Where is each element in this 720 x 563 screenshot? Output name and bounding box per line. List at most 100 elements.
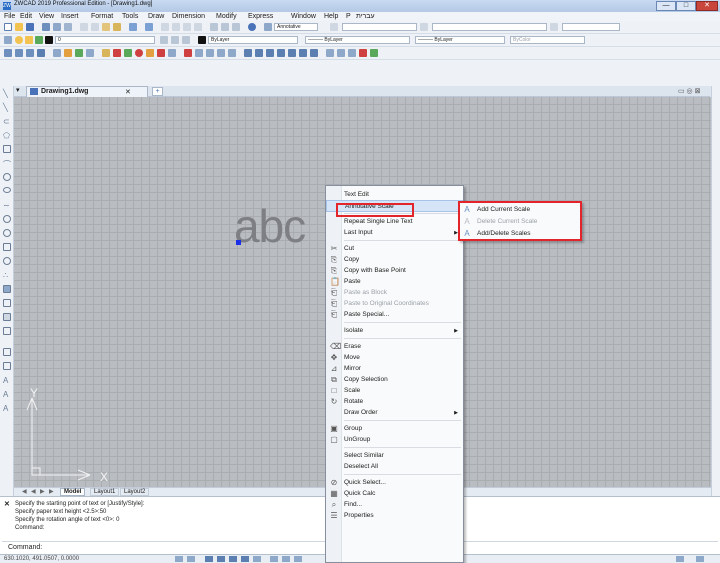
mtext-tool-icon[interactable]: A [3, 376, 11, 385]
cut-tool-icon[interactable] [80, 23, 88, 31]
menu-insert[interactable]: Insert [61, 12, 79, 21]
maximize-button[interactable]: □ [676, 1, 696, 11]
nav-last-icon[interactable]: ▶ [49, 488, 54, 495]
dim-style-dropdown[interactable] [432, 23, 547, 31]
layer-dropdown[interactable]: 0 [55, 36, 155, 44]
nav-next-icon[interactable]: ▶ [40, 488, 45, 495]
dim-angular-icon[interactable] [217, 49, 225, 57]
dim-aligned-icon[interactable] [206, 49, 214, 57]
tab-layout2[interactable]: Layout2 [120, 488, 150, 496]
tab-menu-icon[interactable]: ▾ [16, 87, 24, 95]
break-icon[interactable] [370, 49, 378, 57]
dim-style-tool-icon[interactable] [337, 49, 345, 57]
tolerance-icon[interactable] [288, 49, 296, 57]
donut-icon[interactable] [3, 215, 11, 223]
ellipse-icon[interactable] [3, 187, 11, 193]
redo-icon[interactable] [145, 23, 153, 31]
make-current-icon[interactable] [160, 36, 168, 44]
design-center-icon[interactable] [221, 23, 229, 31]
zoom-window-icon[interactable] [183, 23, 191, 31]
xref-icon[interactable] [124, 49, 132, 57]
layer-manager-icon[interactable] [4, 36, 12, 44]
find-text-icon[interactable] [37, 49, 45, 57]
attdef-icon[interactable]: A [3, 390, 11, 399]
oblique-icon[interactable] [348, 49, 356, 57]
dim-linear-icon[interactable] [195, 49, 203, 57]
baseline-icon[interactable] [255, 49, 263, 57]
menu-help[interactable]: Help [324, 12, 338, 21]
tab-model[interactable]: Model [60, 488, 86, 496]
canvas-text-abc[interactable]: abc [234, 200, 306, 252]
ole-icon[interactable] [146, 49, 154, 57]
region-tool-icon[interactable] [3, 313, 11, 321]
text-style-icon[interactable] [330, 23, 338, 31]
qdim-icon[interactable] [244, 49, 252, 57]
annotative-dropdown[interactable]: Annotative [274, 23, 318, 31]
new-icon[interactable] [4, 23, 12, 31]
context-menu-item-properties[interactable]: ☰ Properties [326, 510, 463, 522]
menu-view[interactable]: View [39, 12, 54, 21]
new-tab-button[interactable]: + [152, 87, 163, 96]
plotstyle-dropdown[interactable]: ByColor [510, 36, 585, 44]
xline-icon[interactable]: ╲ [3, 103, 11, 112]
zoom-previous-icon[interactable] [194, 23, 202, 31]
lineweight-dropdown[interactable]: ——— ByLayer [415, 36, 505, 44]
context-menu-item-ungroup[interactable]: ▢ UnGroup [326, 434, 463, 446]
block-icon[interactable] [102, 49, 110, 57]
gradient-tool-icon[interactable] [3, 299, 11, 307]
insert-block-icon[interactable] [113, 49, 121, 57]
context-menu-item-draw-order[interactable]: Draw Order ▶ [326, 407, 463, 419]
restore-drawing-icon[interactable]: ▭ ◎ ⊠ [678, 87, 700, 95]
context-menu-item-isolate[interactable]: Isolate ▶ [326, 325, 463, 337]
dyn-toggle-icon[interactable] [270, 556, 278, 562]
boundary-icon[interactable] [3, 362, 11, 370]
save-icon[interactable] [26, 23, 34, 31]
publish-icon[interactable] [64, 23, 72, 31]
region-icon[interactable] [75, 49, 83, 57]
context-menu-item-last-input[interactable]: Last Input ▶ [326, 227, 463, 239]
help-icon[interactable] [248, 23, 256, 31]
center-mark-icon[interactable] [299, 49, 307, 57]
pen-icon[interactable] [184, 49, 192, 57]
nav-prev-icon[interactable]: ◀ [31, 488, 36, 495]
insert-tool-icon[interactable] [3, 243, 11, 251]
nav-first-icon[interactable]: ◀ [22, 488, 27, 495]
undo-icon[interactable] [129, 23, 137, 31]
menu-format[interactable]: Format [91, 12, 113, 21]
dim-edit-icon[interactable] [310, 49, 318, 57]
point-icon[interactable]: ∴ [3, 271, 11, 280]
dim-update-icon[interactable] [326, 49, 334, 57]
preview-icon[interactable] [53, 23, 61, 31]
paste-tool-icon[interactable] [102, 23, 110, 31]
menu-modify[interactable]: Modify [216, 12, 237, 21]
qp-toggle-icon[interactable] [282, 556, 290, 562]
menu-hebrew[interactable]: עברית [356, 12, 375, 21]
menu-p[interactable]: P [346, 12, 351, 21]
table-tool-icon[interactable] [3, 327, 11, 335]
otrack-toggle-icon[interactable] [241, 556, 249, 562]
menu-edit[interactable]: Edit [20, 12, 32, 21]
command-close-icon[interactable]: ✕ [4, 500, 10, 508]
polygon-icon[interactable]: ⬠ [3, 131, 11, 140]
continue-icon[interactable] [266, 49, 274, 57]
polar-toggle-icon[interactable] [217, 556, 225, 562]
make-block-icon[interactable] [3, 257, 11, 265]
dim-style-icon[interactable] [420, 23, 428, 31]
image-icon[interactable] [135, 49, 143, 57]
close-window-button[interactable]: ✕ [696, 1, 718, 11]
table-icon[interactable] [86, 49, 94, 57]
table-style-dropdown[interactable] [562, 23, 620, 31]
copy-tool-icon[interactable] [91, 23, 99, 31]
dim-radius-icon[interactable] [228, 49, 236, 57]
print-icon[interactable] [42, 23, 50, 31]
text-grip[interactable] [236, 240, 241, 245]
tab-drawing1[interactable]: Drawing1.dwg ✕ [26, 86, 148, 97]
polyline-icon[interactable]: ⊂ [3, 117, 11, 126]
grid-toggle-icon[interactable] [175, 556, 183, 562]
minimize-button[interactable]: — [656, 1, 676, 11]
context-menu-item-paste-special[interactable]: ⎗ Paste Special... [326, 309, 463, 321]
text-icon[interactable] [4, 49, 12, 57]
menu-window[interactable]: Window [291, 12, 316, 21]
hatch-icon[interactable] [53, 49, 61, 57]
menu-draw[interactable]: Draw [148, 12, 164, 21]
